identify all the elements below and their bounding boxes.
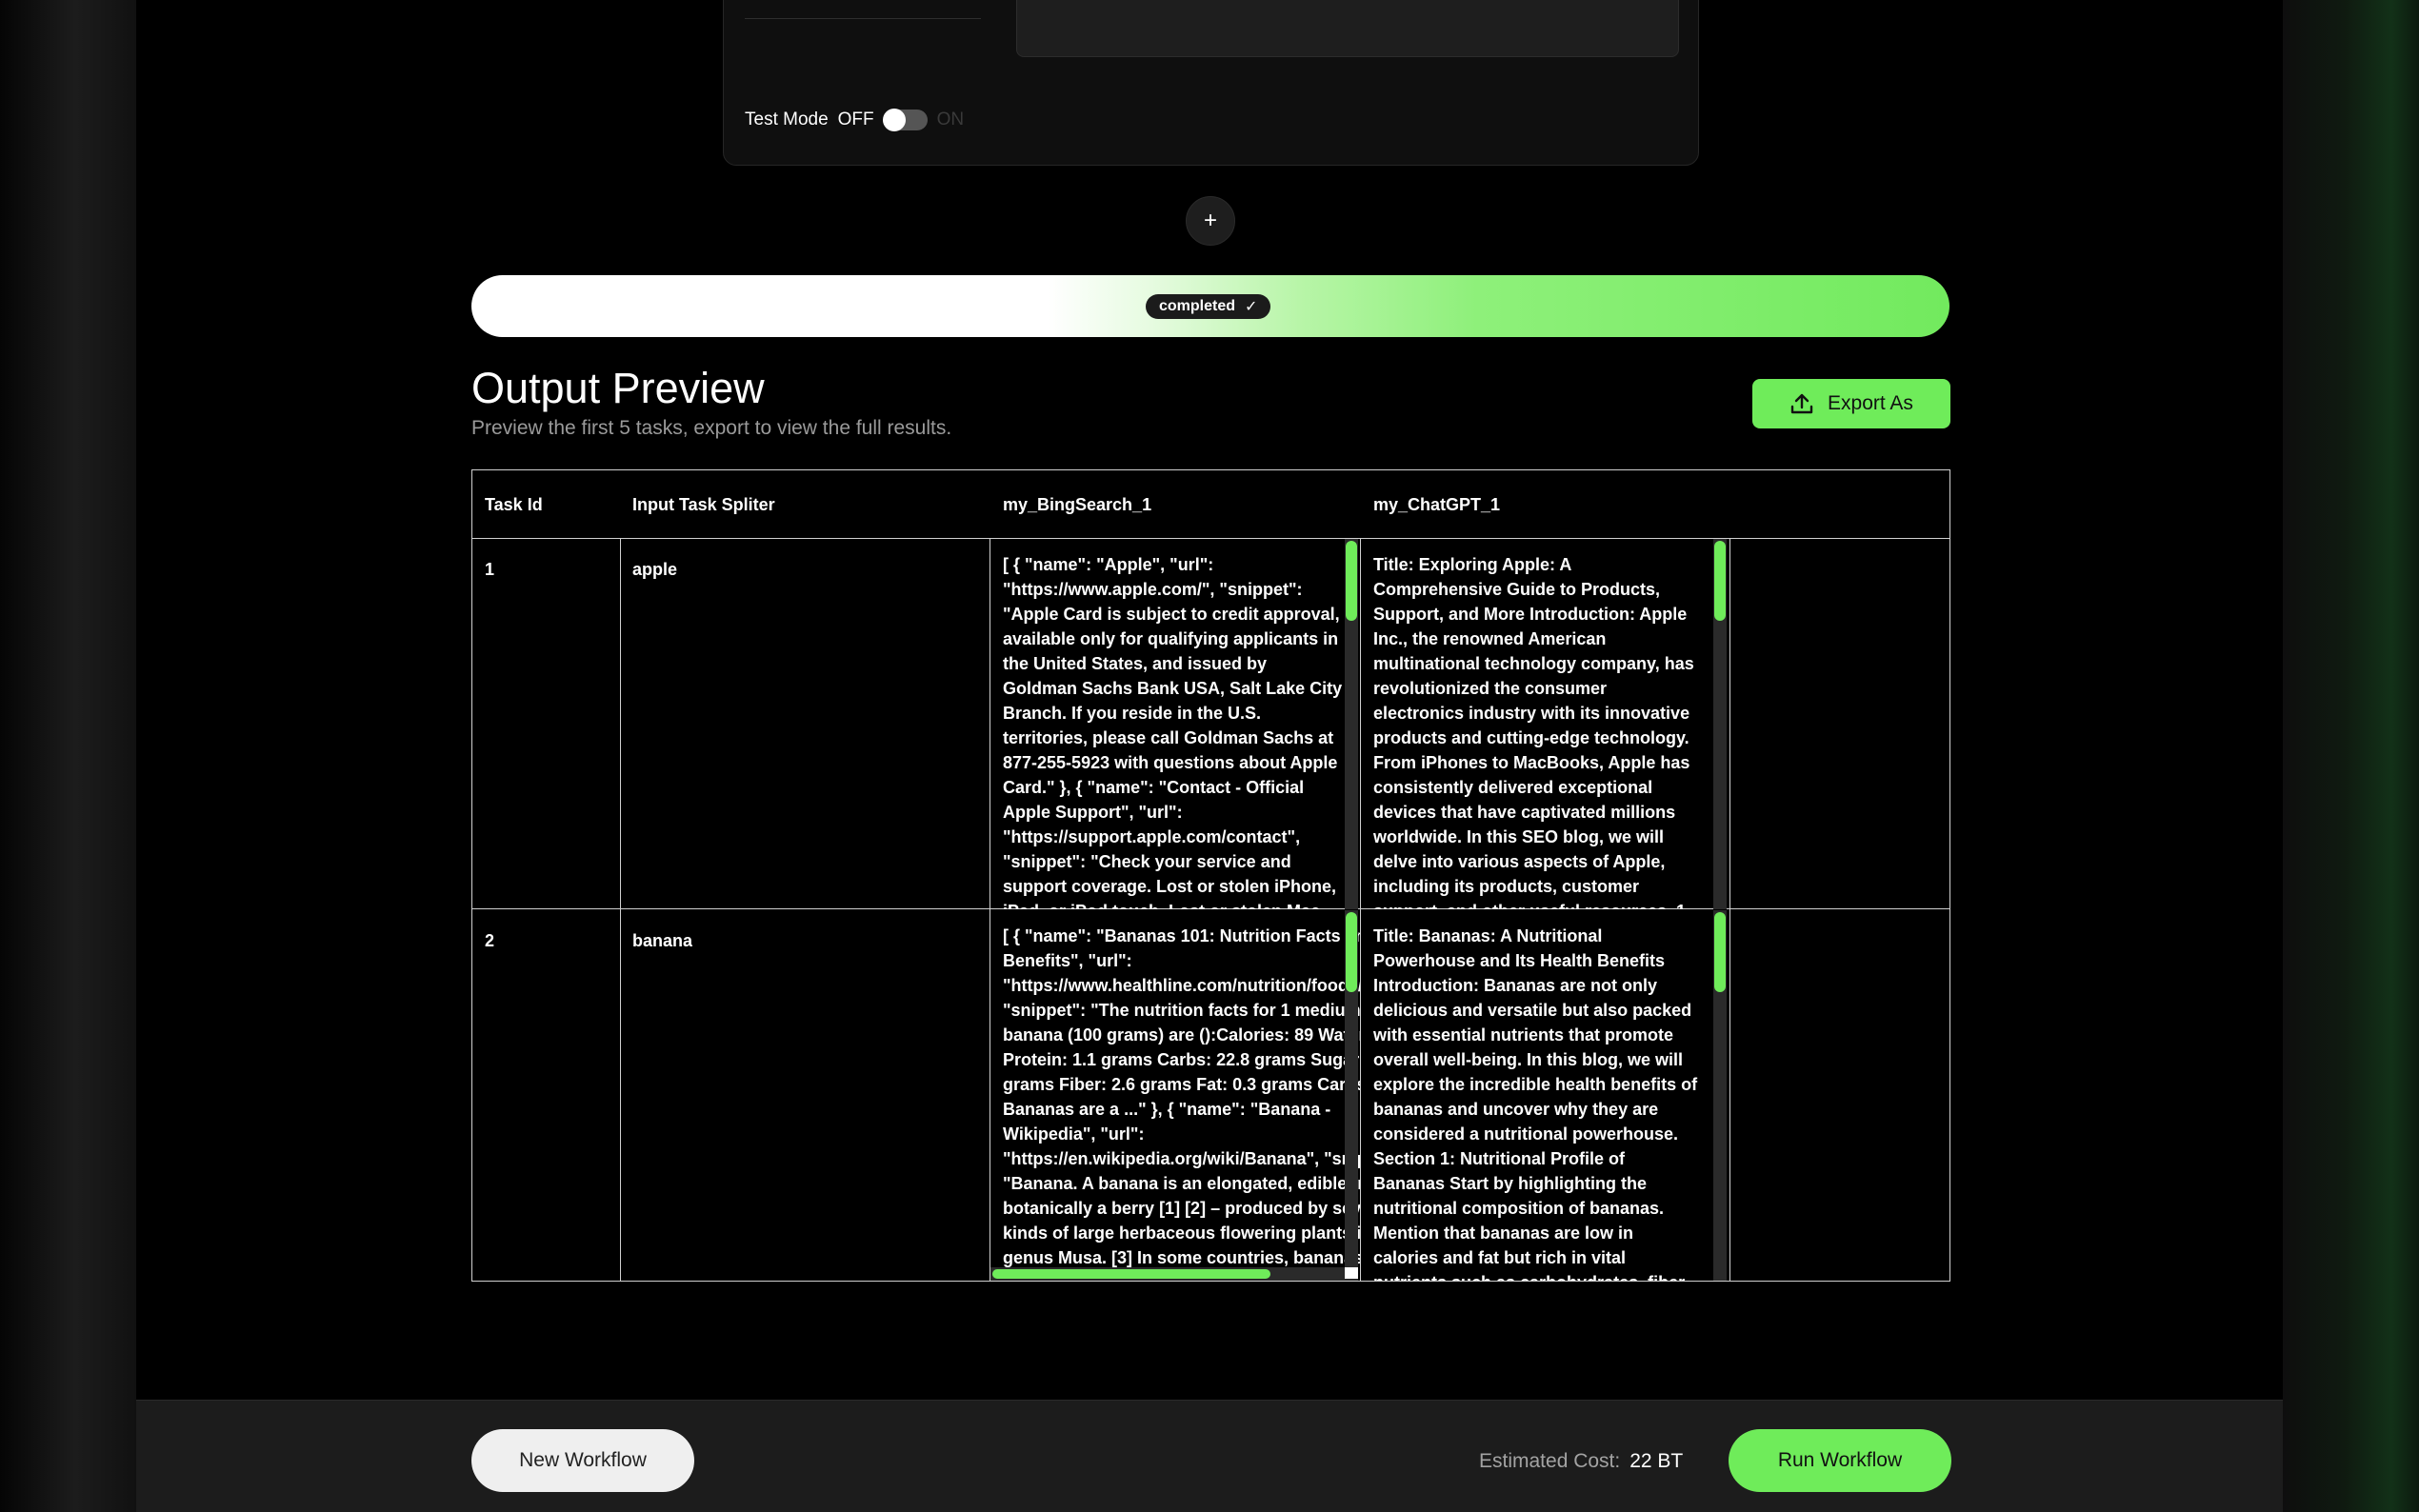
table-row: 2 banana [ { "name": "Bananas 101: Nutri… <box>472 910 1949 1281</box>
scrollbar-thumb[interactable] <box>992 1269 1270 1279</box>
export-as-button[interactable]: Export As <box>1752 379 1950 428</box>
cell-bingsearch-output[interactable]: [ { "name": "Apple", "url": "https://www… <box>990 539 1360 909</box>
run-workflow-button[interactable]: Run Workflow <box>1729 1429 1951 1492</box>
cell-input: banana <box>632 931 693 950</box>
header-bingsearch: my_BingSearch_1 <box>1003 495 1152 514</box>
scrollbar-thumb[interactable] <box>1346 541 1357 621</box>
vertical-scrollbar[interactable] <box>1345 910 1358 1281</box>
test-mode-on-label: ON <box>936 109 965 129</box>
cell-bingsearch-output[interactable]: [ { "name": "Bananas 101: Nutrition Fact… <box>990 910 1360 1281</box>
cell-task-id: 2 <box>485 931 495 950</box>
cell-chatgpt-output[interactable]: Title: Exploring Apple: A Comprehensive … <box>1361 539 1730 909</box>
cell-input: apple <box>632 560 678 579</box>
chatgpt-output-text: Title: Bananas: A Nutritional Powerhouse… <box>1373 926 1698 1281</box>
scrollbar-thumb[interactable] <box>1714 912 1726 992</box>
cell-task-id: 1 <box>485 560 495 579</box>
check-icon: ✓ <box>1245 299 1258 315</box>
bingsearch-output-text: [ { "name": "Apple", "url": "https://www… <box>1003 555 1343 909</box>
new-workflow-button[interactable]: New Workflow <box>471 1429 694 1492</box>
header-task-id: Task Id <box>485 495 543 514</box>
scrollbar-thumb[interactable] <box>1346 912 1357 992</box>
header-chatgpt: my_ChatGPT_1 <box>1373 495 1501 514</box>
toggle-knob <box>882 109 906 131</box>
test-mode-off-label: OFF <box>837 109 874 129</box>
left-background-strip <box>0 0 136 1512</box>
table-header: Task Id Input Task Spliter my_BingSearch… <box>472 470 1949 539</box>
test-mode-control: Test Mode OFF ON <box>745 109 965 131</box>
output-preview-title: Output Preview <box>471 364 765 412</box>
bingsearch-output-text: [ { "name": "Bananas 101: Nutrition Fact… <box>1003 926 1360 1281</box>
node-prompt-textarea[interactable] <box>1016 0 1679 57</box>
output-preview-subtitle: Preview the first 5 tasks, export to vie… <box>471 417 952 439</box>
estimated-cost: Estimated Cost: 22 BT <box>1479 1450 1683 1473</box>
export-as-label: Export As <box>1828 392 1913 414</box>
vertical-scrollbar[interactable] <box>1713 539 1727 909</box>
vertical-scrollbar[interactable] <box>1345 539 1358 909</box>
scrollbar-corner <box>1345 1267 1358 1279</box>
node-divider <box>745 18 981 19</box>
right-background-strip <box>2283 0 2419 1512</box>
workflow-node-card: Test Mode OFF ON <box>723 0 1699 166</box>
estimated-cost-label: Estimated Cost: <box>1479 1450 1621 1472</box>
workflow-progress-bar: completed ✓ <box>471 275 1949 337</box>
horizontal-scrollbar[interactable] <box>990 1267 1345 1281</box>
header-input-task-spliter: Input Task Spliter <box>632 495 775 514</box>
chatgpt-output-text: Title: Exploring Apple: A Comprehensive … <box>1373 555 1694 909</box>
test-mode-label: Test Mode <box>745 109 829 129</box>
vertical-scrollbar[interactable] <box>1713 910 1727 1281</box>
add-node-button[interactable]: + <box>1186 196 1235 246</box>
scrollbar-thumb[interactable] <box>1714 541 1726 621</box>
output-table: Task Id Input Task Spliter my_BingSearch… <box>471 469 1950 1282</box>
cell-chatgpt-output[interactable]: Title: Bananas: A Nutritional Powerhouse… <box>1361 910 1730 1281</box>
status-badge: completed ✓ <box>1146 294 1271 319</box>
table-row: 1 apple [ { "name": "Apple", "url": "htt… <box>472 539 1949 909</box>
test-mode-toggle[interactable] <box>882 109 928 131</box>
upload-icon <box>1790 393 1813 414</box>
status-text: completed <box>1159 298 1236 314</box>
estimated-cost-value: 22 BT <box>1629 1450 1684 1472</box>
plus-icon: + <box>1203 208 1217 233</box>
footer-bar: New Workflow Estimated Cost: 22 BT Run Wo… <box>136 1400 2283 1512</box>
